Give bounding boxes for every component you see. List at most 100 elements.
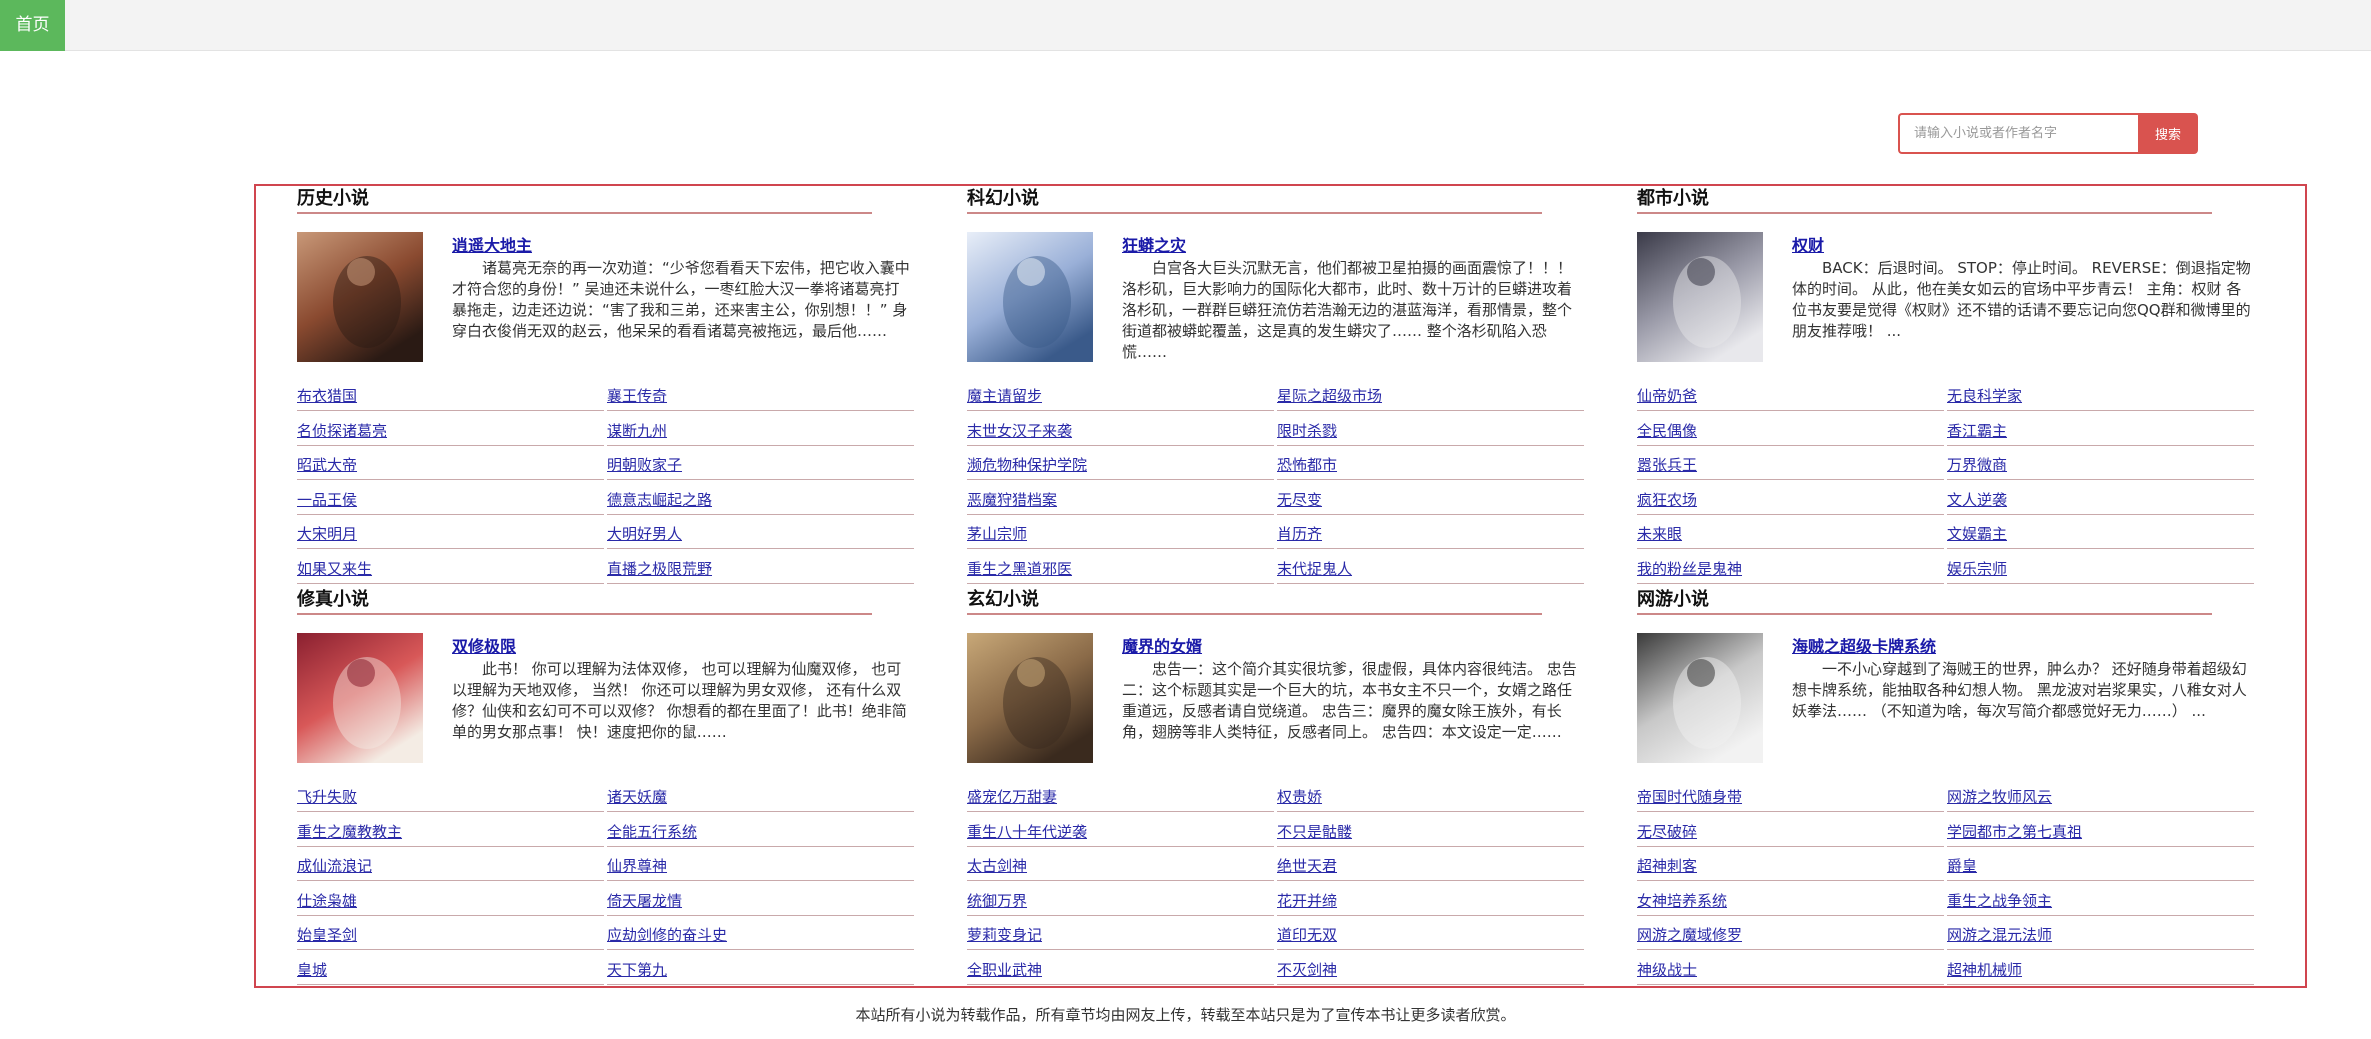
search-input[interactable] xyxy=(1898,113,2138,154)
book-link[interactable]: 爵皇 xyxy=(1947,849,2257,884)
book-cover-image[interactable] xyxy=(967,633,1093,763)
book-link[interactable]: 学园都市之第七真祖 xyxy=(1947,815,2257,850)
book-link[interactable]: 始皇圣剑 xyxy=(297,918,607,953)
book-link[interactable]: 茅山宗师 xyxy=(967,517,1277,552)
book-link[interactable]: 末代捉鬼人 xyxy=(1277,552,1587,587)
book-cover-image[interactable] xyxy=(297,232,423,362)
book-link[interactable]: 限时杀戮 xyxy=(1277,414,1587,449)
book-link-label: 网游之混元法师 xyxy=(1947,924,2254,950)
book-link[interactable]: 无尽破碎 xyxy=(1637,815,1947,850)
book-link[interactable]: 太古剑神 xyxy=(967,849,1277,884)
book-cover-image[interactable] xyxy=(1637,633,1763,763)
book-link[interactable]: 文娱霸主 xyxy=(1947,517,2257,552)
book-link[interactable]: 飞升失败 xyxy=(297,780,607,815)
book-link[interactable]: 神级战士 xyxy=(1637,953,1947,988)
book-link[interactable]: 我的粉丝是鬼神 xyxy=(1637,552,1947,587)
book-link[interactable]: 仙界尊神 xyxy=(607,849,917,884)
book-link-label: 末代捉鬼人 xyxy=(1277,558,1584,584)
book-link[interactable]: 谋断九州 xyxy=(607,414,917,449)
book-link[interactable]: 不灭剑神 xyxy=(1277,953,1587,988)
book-link[interactable]: 帝国时代随身带 xyxy=(1637,780,1947,815)
book-link-label: 学园都市之第七真祖 xyxy=(1947,821,2254,847)
book-link[interactable]: 女神培养系统 xyxy=(1637,884,1947,919)
book-link[interactable]: 皇城 xyxy=(297,953,607,988)
book-link[interactable]: 网游之魔域修罗 xyxy=(1637,918,1947,953)
book-link[interactable]: 全职业武神 xyxy=(967,953,1277,988)
book-link-label: 直播之极限荒野 xyxy=(607,558,914,584)
book-link[interactable]: 天下第九 xyxy=(607,953,917,988)
book-link[interactable]: 星际之超级市场 xyxy=(1277,379,1587,414)
book-link[interactable]: 疯狂农场 xyxy=(1637,483,1947,518)
book-link[interactable]: 重生之战争领主 xyxy=(1947,884,2257,919)
book-link[interactable]: 盛宠亿万甜妻 xyxy=(967,780,1277,815)
book-link-label: 全职业武神 xyxy=(967,959,1274,985)
book-cover-image[interactable] xyxy=(297,633,423,763)
book-link[interactable]: 倚天屠龙情 xyxy=(607,884,917,919)
book-link[interactable]: 直播之极限荒野 xyxy=(607,552,917,587)
book-link[interactable]: 重生八十年代逆袭 xyxy=(967,815,1277,850)
book-link[interactable]: 重生之魔教教主 xyxy=(297,815,607,850)
book-link[interactable]: 仕途枭雄 xyxy=(297,884,607,919)
book-link[interactable]: 无尽变 xyxy=(1277,483,1587,518)
featured-book-title[interactable]: 权财 xyxy=(1792,232,1824,256)
book-link[interactable]: 嚣张兵王 xyxy=(1637,448,1947,483)
book-link[interactable]: 成仙流浪记 xyxy=(297,849,607,884)
book-link[interactable]: 一品王侯 xyxy=(297,483,607,518)
book-cover-image[interactable] xyxy=(1637,232,1763,362)
book-link[interactable]: 明朝败家子 xyxy=(607,448,917,483)
book-link-label: 皇城 xyxy=(297,959,604,985)
book-link[interactable]: 网游之混元法师 xyxy=(1947,918,2257,953)
book-link[interactable]: 网游之牧师风云 xyxy=(1947,780,2257,815)
book-link[interactable]: 权贵娇 xyxy=(1277,780,1587,815)
book-link-label: 星际之超级市场 xyxy=(1277,385,1584,411)
book-link[interactable]: 布衣猎国 xyxy=(297,379,607,414)
book-link[interactable]: 应劫剑修的奋斗史 xyxy=(607,918,917,953)
search-button[interactable]: 搜索 xyxy=(2138,113,2198,154)
book-link[interactable]: 恶魔狩猎档案 xyxy=(967,483,1277,518)
book-link[interactable]: 文人逆袭 xyxy=(1947,483,2257,518)
book-link[interactable]: 超神机械师 xyxy=(1947,953,2257,988)
book-link[interactable]: 全民偶像 xyxy=(1637,414,1947,449)
book-link[interactable]: 娱乐宗师 xyxy=(1947,552,2257,587)
book-link[interactable]: 统御万界 xyxy=(967,884,1277,919)
featured-book-title[interactable]: 双修极限 xyxy=(452,633,516,657)
book-link[interactable]: 诸天妖魔 xyxy=(607,780,917,815)
featured-book-title[interactable]: 逍遥大地主 xyxy=(452,232,532,256)
book-link[interactable]: 肖历齐 xyxy=(1277,517,1587,552)
book-link[interactable]: 名侦探诸葛亮 xyxy=(297,414,607,449)
book-link[interactable]: 绝世天君 xyxy=(1277,849,1587,884)
book-link[interactable]: 大明好男人 xyxy=(607,517,917,552)
book-link[interactable]: 大宋明月 xyxy=(297,517,607,552)
book-link-label: 神级战士 xyxy=(1637,959,1944,985)
featured-book-title[interactable]: 狂蟒之灾 xyxy=(1122,232,1186,256)
book-link[interactable]: 如果又来生 xyxy=(297,552,607,587)
category-title: 网游小说 xyxy=(1637,590,2212,615)
book-link[interactable]: 万界微商 xyxy=(1947,448,2257,483)
book-cover-image[interactable] xyxy=(967,232,1093,362)
book-link[interactable]: 重生之黑道邪医 xyxy=(967,552,1277,587)
book-link[interactable]: 道印无双 xyxy=(1277,918,1587,953)
book-link[interactable]: 濒危物种保护学院 xyxy=(967,448,1277,483)
book-link[interactable]: 不只是骷髅 xyxy=(1277,815,1587,850)
book-link[interactable]: 超神刺客 xyxy=(1637,849,1947,884)
book-link[interactable]: 萝莉变身记 xyxy=(967,918,1277,953)
book-link[interactable]: 末世女汉子来袭 xyxy=(967,414,1277,449)
book-link[interactable]: 襄王传奇 xyxy=(607,379,917,414)
book-link[interactable]: 花开并缔 xyxy=(1277,884,1587,919)
book-link[interactable]: 魔主请留步 xyxy=(967,379,1277,414)
category-title: 修真小说 xyxy=(297,590,872,615)
book-link[interactable]: 昭武大帝 xyxy=(297,448,607,483)
book-link-label: 茅山宗师 xyxy=(967,523,1274,549)
featured-book-title[interactable]: 海贼之超级卡牌系统 xyxy=(1792,633,1936,657)
book-link-label: 权贵娇 xyxy=(1277,786,1584,812)
book-link[interactable]: 全能五行系统 xyxy=(607,815,917,850)
book-link[interactable]: 香江霸主 xyxy=(1947,414,2257,449)
book-link[interactable]: 德意志崛起之路 xyxy=(607,483,917,518)
home-button[interactable]: 首页 xyxy=(0,0,65,51)
featured-book-title[interactable]: 魔界的女婿 xyxy=(1122,633,1202,657)
book-link-list: 布衣猎国 襄王传奇 名侦探诸葛亮 谋断九州 昭武大帝 明朝败家子 一品王侯 德意志崛起之路 大宋… xyxy=(297,379,917,586)
book-link[interactable]: 未来眼 xyxy=(1637,517,1947,552)
book-link[interactable]: 无良科学家 xyxy=(1947,379,2257,414)
book-link[interactable]: 仙帝奶爸 xyxy=(1637,379,1947,414)
book-link[interactable]: 恐怖都市 xyxy=(1277,448,1587,483)
